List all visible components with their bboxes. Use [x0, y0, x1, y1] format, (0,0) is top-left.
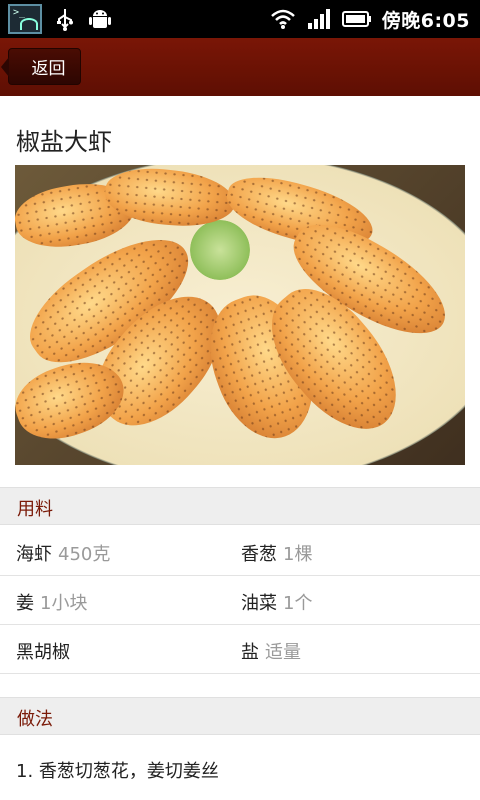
recipe-title: 椒盐大虾	[16, 128, 112, 156]
back-button[interactable]: 返回	[1, 48, 81, 85]
ingredient-name: 香葱	[241, 544, 277, 565]
ingredients-header-label: 用料	[17, 499, 53, 520]
ingredient-item: 香葱 1棵	[241, 540, 312, 566]
method-step: 1. 香葱切葱花，姜切姜丝	[16, 761, 219, 782]
ingredient-qty: 450克	[58, 544, 111, 565]
garnish-shape	[190, 220, 250, 280]
ingredient-qty: 1棵	[283, 544, 313, 565]
ingredient-name: 黑胡椒	[16, 642, 70, 663]
status-bar: 傍晚6:05	[0, 0, 480, 38]
ingredient-item: 海虾 450克	[16, 540, 110, 566]
back-button-label: 返回	[31, 59, 66, 79]
wifi-icon	[270, 9, 295, 29]
ingredients-header: 用料	[0, 487, 480, 525]
signal-icon	[307, 9, 330, 29]
ingredient-row: 姜 1小块 油菜 1个	[0, 576, 480, 625]
ingredient-name: 姜	[16, 593, 34, 614]
ingredient-name: 盐	[241, 642, 259, 663]
ingredient-item: 姜 1小块	[16, 589, 87, 615]
ingredient-qty: 1小块	[40, 593, 88, 614]
ingredient-item: 黑胡椒	[16, 638, 76, 664]
ingredient-name: 油菜	[241, 593, 277, 614]
status-time: 傍晚6:05	[381, 9, 470, 32]
terminal-icon	[8, 4, 42, 34]
usb-icon	[57, 9, 73, 31]
ingredient-name: 海虾	[16, 544, 52, 565]
title-bar: 返回	[0, 38, 480, 96]
recipe-photo	[15, 165, 465, 465]
method-header: 做法	[0, 697, 480, 735]
ingredient-qty: 适量	[265, 642, 301, 663]
ingredient-row: 海虾 450克 香葱 1棵	[0, 527, 480, 576]
android-icon	[89, 10, 111, 28]
ingredient-row: 黑胡椒 盐适量	[0, 625, 480, 674]
battery-icon	[341, 11, 371, 27]
ingredient-item: 油菜 1个	[241, 589, 312, 615]
method-header-label: 做法	[17, 709, 53, 730]
ingredient-item: 盐适量	[241, 638, 301, 664]
ingredient-qty: 1个	[283, 593, 313, 614]
